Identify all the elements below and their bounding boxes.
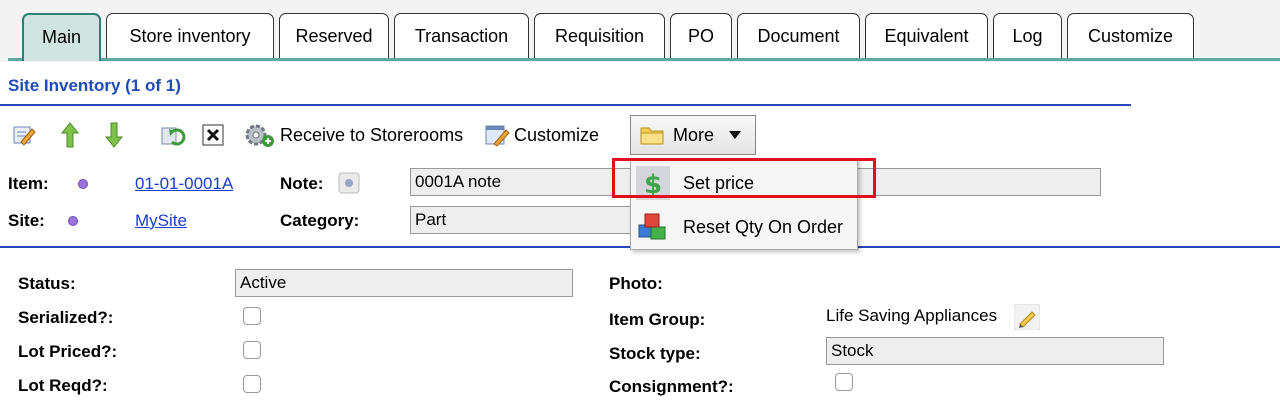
lot-priced-label: Lot Priced?: (18, 342, 118, 361)
note-label: Note: (280, 174, 324, 193)
customize-label: Customize (514, 124, 600, 145)
tab-equivalent[interactable]: Equivalent (865, 13, 988, 59)
tab-store-inventory[interactable]: Store inventory (106, 13, 274, 59)
site-indicator-icon (68, 216, 78, 226)
move-up-button[interactable] (60, 118, 80, 152)
tab-log[interactable]: Log (993, 13, 1062, 59)
boxes-icon (635, 209, 671, 245)
note-field[interactable]: 0001A note (410, 168, 632, 196)
move-down-button[interactable] (104, 118, 124, 152)
gear-icon (245, 124, 274, 147)
stock-type-field[interactable]: Stock (826, 337, 1164, 365)
status-label: Status: (18, 274, 76, 293)
more-label: More (673, 124, 715, 145)
customize-button[interactable]: Customize (484, 118, 599, 152)
tab-bar: Main Store inventory Reserved Transactio… (0, 0, 1280, 62)
note-field-extension[interactable] (856, 168, 1101, 196)
status-field[interactable]: Active (235, 269, 573, 297)
consignment-checkbox[interactable] (835, 373, 853, 391)
tab-po[interactable]: PO (670, 13, 732, 59)
item-group-label: Item Group: (609, 310, 706, 329)
tab-transaction[interactable]: Transaction (394, 13, 529, 59)
folder-icon (640, 127, 664, 145)
serialized-checkbox[interactable] (243, 307, 261, 325)
tab-customize[interactable]: Customize (1067, 13, 1194, 59)
delete-button[interactable] (202, 118, 224, 152)
refresh-icon (161, 127, 186, 146)
item-label: Item: (8, 174, 49, 193)
site-label: Site: (8, 211, 45, 230)
tab-baseline (8, 58, 1280, 61)
consignment-label: Consignment?: (609, 377, 734, 396)
category-label: Category: (280, 211, 360, 230)
item-indicator-icon (78, 179, 88, 189)
note-info-icon[interactable] (338, 172, 360, 194)
site-link[interactable]: MySite (135, 211, 187, 231)
serialized-label: Serialized?: (18, 308, 114, 327)
photo-label: Photo: (609, 274, 663, 293)
caret-down-icon (729, 131, 742, 139)
pencil-icon[interactable] (1014, 304, 1040, 330)
set-price-highlight (612, 158, 876, 198)
edit-icon (13, 126, 36, 146)
refresh-button[interactable] (160, 118, 186, 152)
lot-reqd-label: Lot Reqd?: (18, 376, 108, 395)
more-button[interactable]: More (630, 115, 756, 155)
receive-to-storerooms-button[interactable]: Receive to Storerooms (244, 118, 463, 152)
tab-main[interactable]: Main (22, 13, 101, 61)
tab-requisition[interactable]: Requisition (534, 13, 665, 59)
lot-reqd-checkbox[interactable] (243, 375, 261, 393)
tab-document[interactable]: Document (737, 13, 860, 59)
arrow-up-icon (60, 122, 80, 148)
customize-icon (485, 125, 510, 147)
reset-qty-label: Reset Qty On Order (683, 216, 844, 237)
arrow-down-icon (104, 122, 124, 148)
tab-reserved[interactable]: Reserved (279, 13, 389, 59)
item-link[interactable]: 01-01-0001A (135, 174, 233, 194)
edit-button[interactable] (12, 118, 36, 152)
stock-type-label: Stock type: (609, 344, 701, 363)
lot-priced-checkbox[interactable] (243, 341, 261, 359)
item-group-value: Life Saving Appliances (826, 306, 998, 325)
section-rule (0, 104, 1131, 106)
receive-label: Receive to Storerooms (280, 124, 464, 145)
section-title: Site Inventory (1 of 1) (8, 76, 181, 95)
close-icon (202, 124, 224, 146)
category-field[interactable]: Part (410, 206, 632, 234)
menu-item-reset-qty-on-order[interactable]: Reset Qty On Order (631, 205, 857, 249)
